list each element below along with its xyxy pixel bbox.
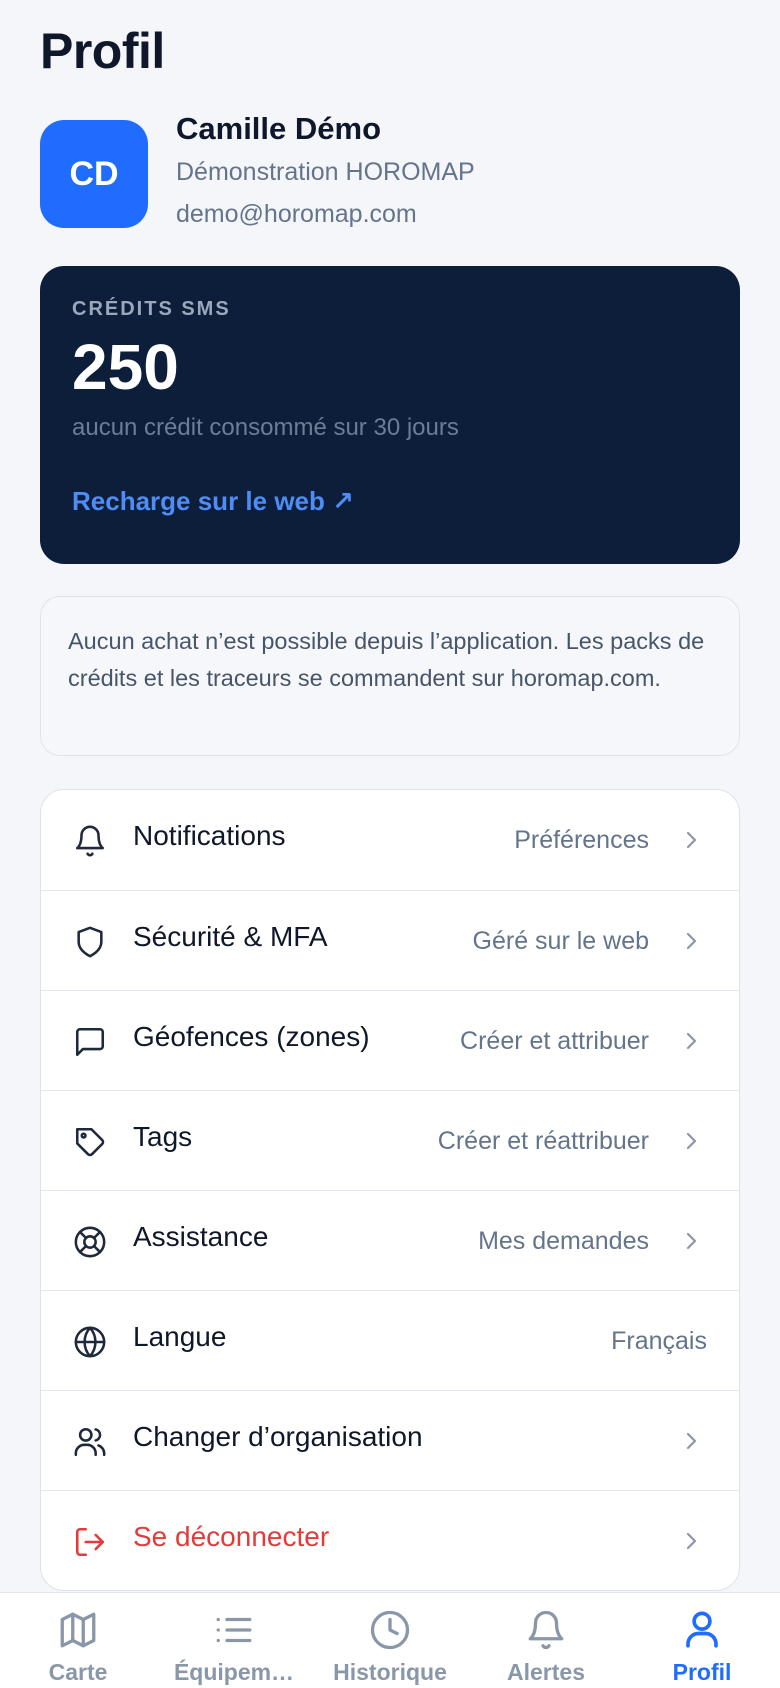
menu-item-language[interactable]: Langue Français: [41, 1290, 739, 1390]
menu-item-label: Sécurité & MFA: [133, 921, 328, 952]
chevron-right-icon: [686, 1432, 697, 1450]
user-name: Camille Démo: [176, 111, 382, 146]
info-text: Aucun achat n’est possible depuis l’appl…: [68, 628, 705, 691]
menu-item-value: Français: [611, 1327, 707, 1355]
logout-icon: [75, 1527, 105, 1557]
menu-item-label: Tags: [133, 1121, 193, 1152]
avatar-initials: CD: [69, 154, 119, 193]
tab-alerts[interactable]: Alertes: [468, 1593, 624, 1688]
user-organization: Démonstration HOROMAP: [176, 158, 475, 186]
bottom-tab-bar: Carte Équipem… Historique Alertes Profil: [0, 1592, 780, 1688]
credits-value: 250: [72, 331, 179, 403]
menu-item-label: Assistance: [133, 1221, 269, 1252]
avatar: CD: [40, 120, 148, 228]
shield-icon: [77, 926, 103, 958]
lifebuoy-icon: [74, 1226, 106, 1258]
users-icon: [74, 1427, 106, 1457]
chevron-right-icon: [686, 1232, 697, 1250]
map-icon: [60, 1612, 96, 1648]
user-icon: [686, 1611, 718, 1648]
sms-credits-card: CRÉDITS SMS 250 aucun crédit consommé su…: [40, 266, 740, 564]
chevron-right-icon: [686, 831, 697, 849]
menu-item-value: Créer et attribuer: [460, 1027, 649, 1055]
menu-item-value: Créer et réattribuer: [437, 1127, 649, 1155]
profile-screen: Profil CD Camille Démo Démonstration HOR…: [0, 0, 780, 1688]
menu-item-label: Changer d’organisation: [133, 1421, 423, 1452]
menu-item-logout[interactable]: Se déconnecter: [41, 1490, 739, 1590]
purchase-info-notice: Aucun achat n’est possible depuis l’appl…: [40, 596, 740, 756]
globe-icon: [74, 1326, 106, 1358]
tab-label: Équipem…: [173, 1659, 295, 1685]
menu-item-assistance[interactable]: Assistance Mes demandes: [41, 1190, 739, 1290]
menu-item-value: Géré sur le web: [472, 927, 649, 955]
menu-item-switch-organization[interactable]: Changer d’organisation: [41, 1390, 739, 1490]
chevron-right-icon: [686, 1132, 697, 1150]
chevron-right-icon: [686, 1532, 697, 1550]
tab-profile[interactable]: Profil: [624, 1593, 780, 1688]
tag-icon: [75, 1127, 105, 1157]
credits-subtitle: aucun crédit consommé sur 30 jours: [72, 414, 459, 441]
list-icon: [216, 1617, 252, 1643]
tab-label: Historique: [333, 1659, 447, 1685]
menu-item-label: Géofences (zones): [133, 1021, 370, 1052]
menu-item-value: Mes demandes: [478, 1227, 649, 1255]
bell-icon: [75, 825, 105, 857]
menu-item-security[interactable]: Sécurité & MFA Géré sur le web: [41, 890, 739, 990]
tab-label: Alertes: [507, 1659, 585, 1685]
menu-item-tags[interactable]: Tags Créer et réattribuer: [41, 1090, 739, 1190]
recharge-web-link[interactable]: Recharge sur le web ↗: [72, 486, 354, 517]
user-email: demo@horomap.com: [176, 200, 417, 228]
menu-item-geofences[interactable]: Géofences (zones) Créer et attribuer: [41, 990, 739, 1090]
page-title: Profil: [40, 23, 165, 79]
credits-label: CRÉDITS SMS: [72, 298, 231, 320]
bell-icon: [528, 1610, 564, 1650]
clock-icon: [370, 1610, 410, 1650]
tab-map[interactable]: Carte: [0, 1593, 156, 1688]
menu-item-label: Langue: [133, 1321, 227, 1352]
menu-item-value: Préférences: [514, 826, 649, 854]
message-square-icon: [75, 1027, 105, 1057]
tab-equipment[interactable]: Équipem…: [156, 1593, 312, 1688]
menu-item-notifications[interactable]: Notifications Préférences: [41, 790, 739, 890]
settings-menu: Notifications Préférences Sécurité & MFA…: [40, 789, 740, 1591]
menu-item-label: Se déconnecter: [133, 1521, 330, 1552]
tab-history[interactable]: Historique: [312, 1593, 468, 1688]
chevron-right-icon: [686, 932, 697, 950]
tab-label: Profil: [672, 1659, 732, 1685]
tab-label: Carte: [48, 1659, 108, 1685]
menu-item-label: Notifications: [133, 820, 286, 851]
chevron-right-icon: [686, 1032, 697, 1050]
